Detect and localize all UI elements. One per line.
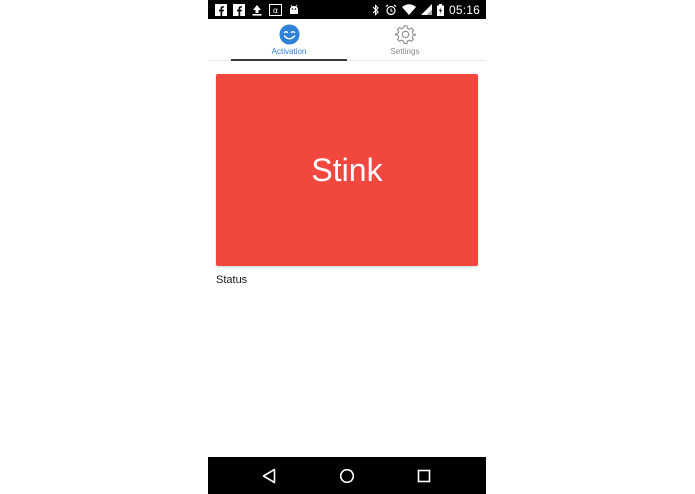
tab-settings[interactable]: Settings: [347, 19, 463, 60]
status-time: 05:16: [448, 2, 480, 17]
recents-icon[interactable]: [413, 465, 435, 487]
alarm-icon: [385, 4, 397, 16]
status-label: Status: [216, 274, 248, 286]
tab-bar: Activation Settings: [208, 19, 486, 61]
gear-icon: [394, 24, 416, 45]
stink-button[interactable]: Stink: [216, 74, 478, 266]
navigation-bar: [208, 457, 486, 494]
wifi-icon: [401, 4, 416, 15]
tab-settings-label: Settings: [390, 47, 420, 56]
android-icon: [288, 4, 300, 16]
svg-text:α: α: [273, 6, 278, 15]
facebook-icon: [233, 3, 245, 16]
back-icon[interactable]: [258, 465, 280, 487]
phone-screen: α 05:16 Activation Settings Stink Status: [208, 0, 486, 494]
tab-activation[interactable]: Activation: [231, 19, 347, 61]
status-bar: α 05:16: [208, 0, 486, 19]
screen: α 05:16 Activation Settings Stink Status: [0, 0, 695, 494]
active-tab-indicator: [231, 59, 347, 61]
stink-button-label: Stink: [311, 151, 383, 188]
signal-icon: [420, 4, 432, 15]
alpha-app-icon: α: [269, 3, 282, 16]
smiley-icon: [279, 24, 300, 45]
bluetooth-icon: [372, 3, 380, 16]
system-icons: 05:16: [372, 2, 480, 17]
home-icon[interactable]: [336, 465, 358, 487]
upload-icon: [251, 4, 263, 16]
facebook-icon: [215, 3, 227, 16]
battery-icon: [436, 3, 444, 16]
tab-activation-label: Activation: [271, 47, 307, 56]
notification-icons: α: [215, 2, 300, 17]
